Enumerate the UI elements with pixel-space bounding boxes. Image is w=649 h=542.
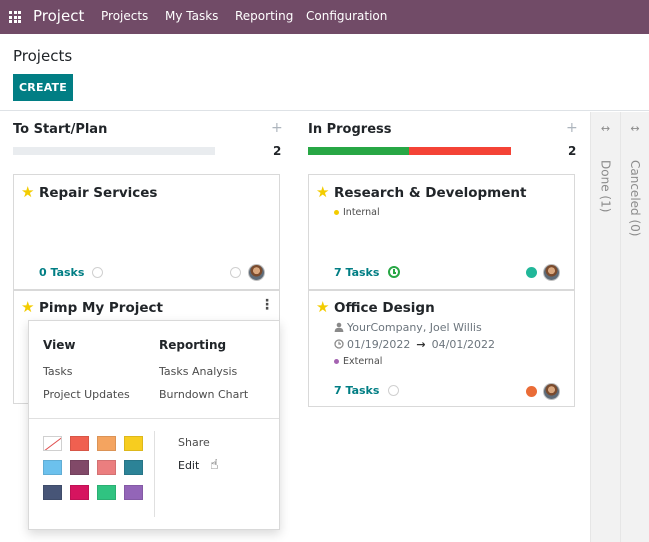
color-swatch[interactable] xyxy=(97,485,116,500)
control-panel: Projects CREATE xyxy=(0,34,649,111)
activity-icon[interactable] xyxy=(92,267,103,278)
menu-reporting[interactable]: Reporting xyxy=(235,9,293,23)
project-title: Office Design xyxy=(334,300,435,316)
color-swatch[interactable] xyxy=(124,460,143,475)
tasks-count-link[interactable]: 7 Tasks xyxy=(334,266,379,279)
partner-text: YourCompany, Joel Willis xyxy=(347,321,482,334)
color-swatch[interactable] xyxy=(43,460,62,475)
project-dates: 01/19/2022 → 04/01/2022 xyxy=(334,338,495,351)
page-title: Projects xyxy=(13,47,73,65)
color-swatch-none[interactable] xyxy=(43,436,62,451)
favorite-star-icon[interactable]: ★ xyxy=(316,183,329,201)
dropdown-action-edit[interactable]: Edit xyxy=(178,459,199,472)
dropdown-view-heading: View xyxy=(43,338,76,352)
column-title-to-start: To Start/Plan xyxy=(13,122,108,137)
avatar[interactable] xyxy=(248,264,265,281)
column-count: 2 xyxy=(273,144,282,158)
color-swatch[interactable] xyxy=(70,485,89,500)
apps-grid-icon[interactable] xyxy=(9,11,21,23)
double-arrow-icon: ↔ xyxy=(600,122,611,135)
date-start: 01/19/2022 xyxy=(347,338,411,351)
dropdown-divider xyxy=(154,431,155,517)
app-brand[interactable]: Project xyxy=(33,7,84,25)
tag-color-dot xyxy=(334,210,339,215)
favorite-star-icon[interactable]: ★ xyxy=(316,298,329,316)
status-dot[interactable] xyxy=(526,386,537,397)
dropdown-action-share[interactable]: Share xyxy=(178,436,210,449)
status-dot[interactable] xyxy=(230,267,241,278)
add-to-column-button[interactable]: + xyxy=(566,120,578,136)
tasks-count-link[interactable]: 7 Tasks xyxy=(334,384,379,397)
avatar[interactable] xyxy=(543,383,560,400)
folded-column-label: Canceled (0) xyxy=(628,160,642,237)
tag-color-dot xyxy=(334,359,339,364)
color-swatch[interactable] xyxy=(70,460,89,475)
column-title-in-progress: In Progress xyxy=(308,122,392,137)
color-swatch[interactable] xyxy=(97,460,116,475)
clock-icon xyxy=(334,339,344,349)
project-title: Research & Development xyxy=(334,185,527,201)
user-icon xyxy=(334,322,344,332)
dropdown-divider xyxy=(29,418,279,419)
color-swatch[interactable] xyxy=(124,485,143,500)
menu-my-tasks[interactable]: My Tasks xyxy=(165,9,218,23)
folded-column-done[interactable]: ↔ Done (1) xyxy=(590,112,620,542)
project-card-dropdown: View Tasks Project Updates Reporting Tas… xyxy=(28,320,280,530)
kebab-menu-icon[interactable]: ⋮ xyxy=(260,297,274,313)
project-title: Pimp My Project xyxy=(39,300,163,316)
folded-column-canceled[interactable]: ↔ Canceled (0) xyxy=(620,112,649,542)
hand-pointer-icon: ☝ xyxy=(210,457,219,473)
progress-red-segment[interactable] xyxy=(409,147,511,155)
menu-configuration[interactable]: Configuration xyxy=(306,9,387,23)
activity-icon[interactable] xyxy=(388,385,399,396)
tag-label: External xyxy=(343,356,383,367)
favorite-star-icon[interactable]: ★ xyxy=(21,298,34,316)
double-arrow-icon: ↔ xyxy=(630,122,640,135)
date-end: 04/01/2022 xyxy=(431,338,496,351)
top-navbar: Project Projects My Tasks Reporting Conf… xyxy=(0,0,649,34)
add-to-column-button[interactable]: + xyxy=(271,120,283,136)
dropdown-item-burndown-chart[interactable]: Burndown Chart xyxy=(159,388,248,401)
color-swatch[interactable] xyxy=(43,485,62,500)
color-swatch[interactable] xyxy=(70,436,89,451)
tag-external: External xyxy=(334,356,382,367)
status-dot[interactable] xyxy=(526,267,537,278)
progress-green-segment[interactable] xyxy=(308,147,409,155)
color-swatch[interactable] xyxy=(124,436,143,451)
project-card[interactable]: ★ Office Design YourCompany, Joel Willis… xyxy=(308,290,575,407)
create-button[interactable]: CREATE xyxy=(13,74,73,101)
project-card[interactable]: ★ Research & Development Internal 7 Task… xyxy=(308,174,575,290)
color-swatch[interactable] xyxy=(97,436,116,451)
dropdown-item-tasks[interactable]: Tasks xyxy=(43,365,72,378)
arrow-right-icon: → xyxy=(416,338,426,351)
dropdown-item-tasks-analysis[interactable]: Tasks Analysis xyxy=(159,365,237,378)
column-count: 2 xyxy=(568,144,577,158)
tasks-count-link[interactable]: 0 Tasks xyxy=(39,266,84,279)
avatar[interactable] xyxy=(543,264,560,281)
menu-projects[interactable]: Projects xyxy=(101,9,148,23)
tag-label: Internal xyxy=(343,207,380,218)
tag-internal: Internal xyxy=(334,207,380,218)
dropdown-reporting-heading: Reporting xyxy=(159,338,227,352)
dropdown-item-project-updates[interactable]: Project Updates xyxy=(43,388,130,401)
project-card[interactable]: ★ Repair Services 0 Tasks xyxy=(13,174,280,290)
project-partner: YourCompany, Joel Willis xyxy=(334,321,482,334)
clock-icon[interactable] xyxy=(388,266,400,278)
folded-column-label: Done (1) xyxy=(598,160,613,213)
column-progress-bar[interactable] xyxy=(13,147,215,155)
favorite-star-icon[interactable]: ★ xyxy=(21,183,34,201)
project-title: Repair Services xyxy=(39,185,158,201)
